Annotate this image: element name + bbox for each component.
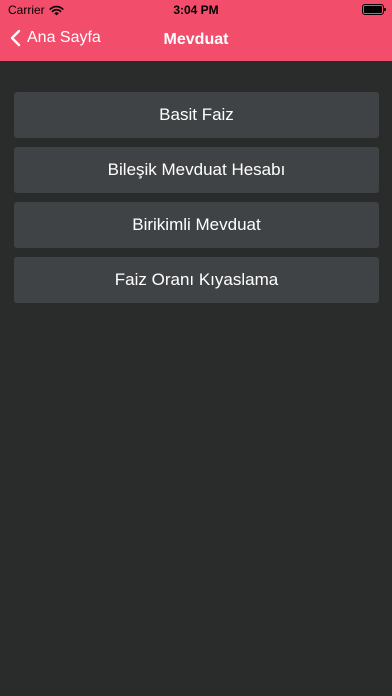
status-time: 3:04 PM [173, 3, 219, 17]
header-bar: Carrier 3:04 PM Ana Sayfa Mevduat [0, 0, 392, 61]
menu-item-bilesik-mevduat[interactable]: Bileşik Mevduat Hesabı [14, 147, 379, 193]
page-title: Mevduat [163, 31, 229, 48]
status-bar: Carrier 3:04 PM [0, 0, 392, 20]
battery-icon [362, 4, 386, 15]
menu-item-label: Faiz Oranı Kıyaslama [114, 270, 279, 289]
navigation-bar: Ana Sayfa Mevduat [0, 20, 392, 61]
menu-item-basit-faiz[interactable]: Basit Faiz [14, 92, 379, 138]
menu-item-birikimli-mevduat[interactable]: Birikimli Mevduat [14, 202, 379, 248]
menu-item-label: Basit Faiz [159, 105, 234, 124]
menu-item-label: Bileşik Mevduat Hesabı [107, 160, 286, 179]
menu-list: Basit Faiz Bileşik Mevduat Hesabı Biriki… [14, 92, 379, 312]
menu-item-label: Birikimli Mevduat [132, 215, 261, 234]
menu-item-faiz-orani-kiyaslama[interactable]: Faiz Oranı Kıyaslama [14, 257, 379, 303]
